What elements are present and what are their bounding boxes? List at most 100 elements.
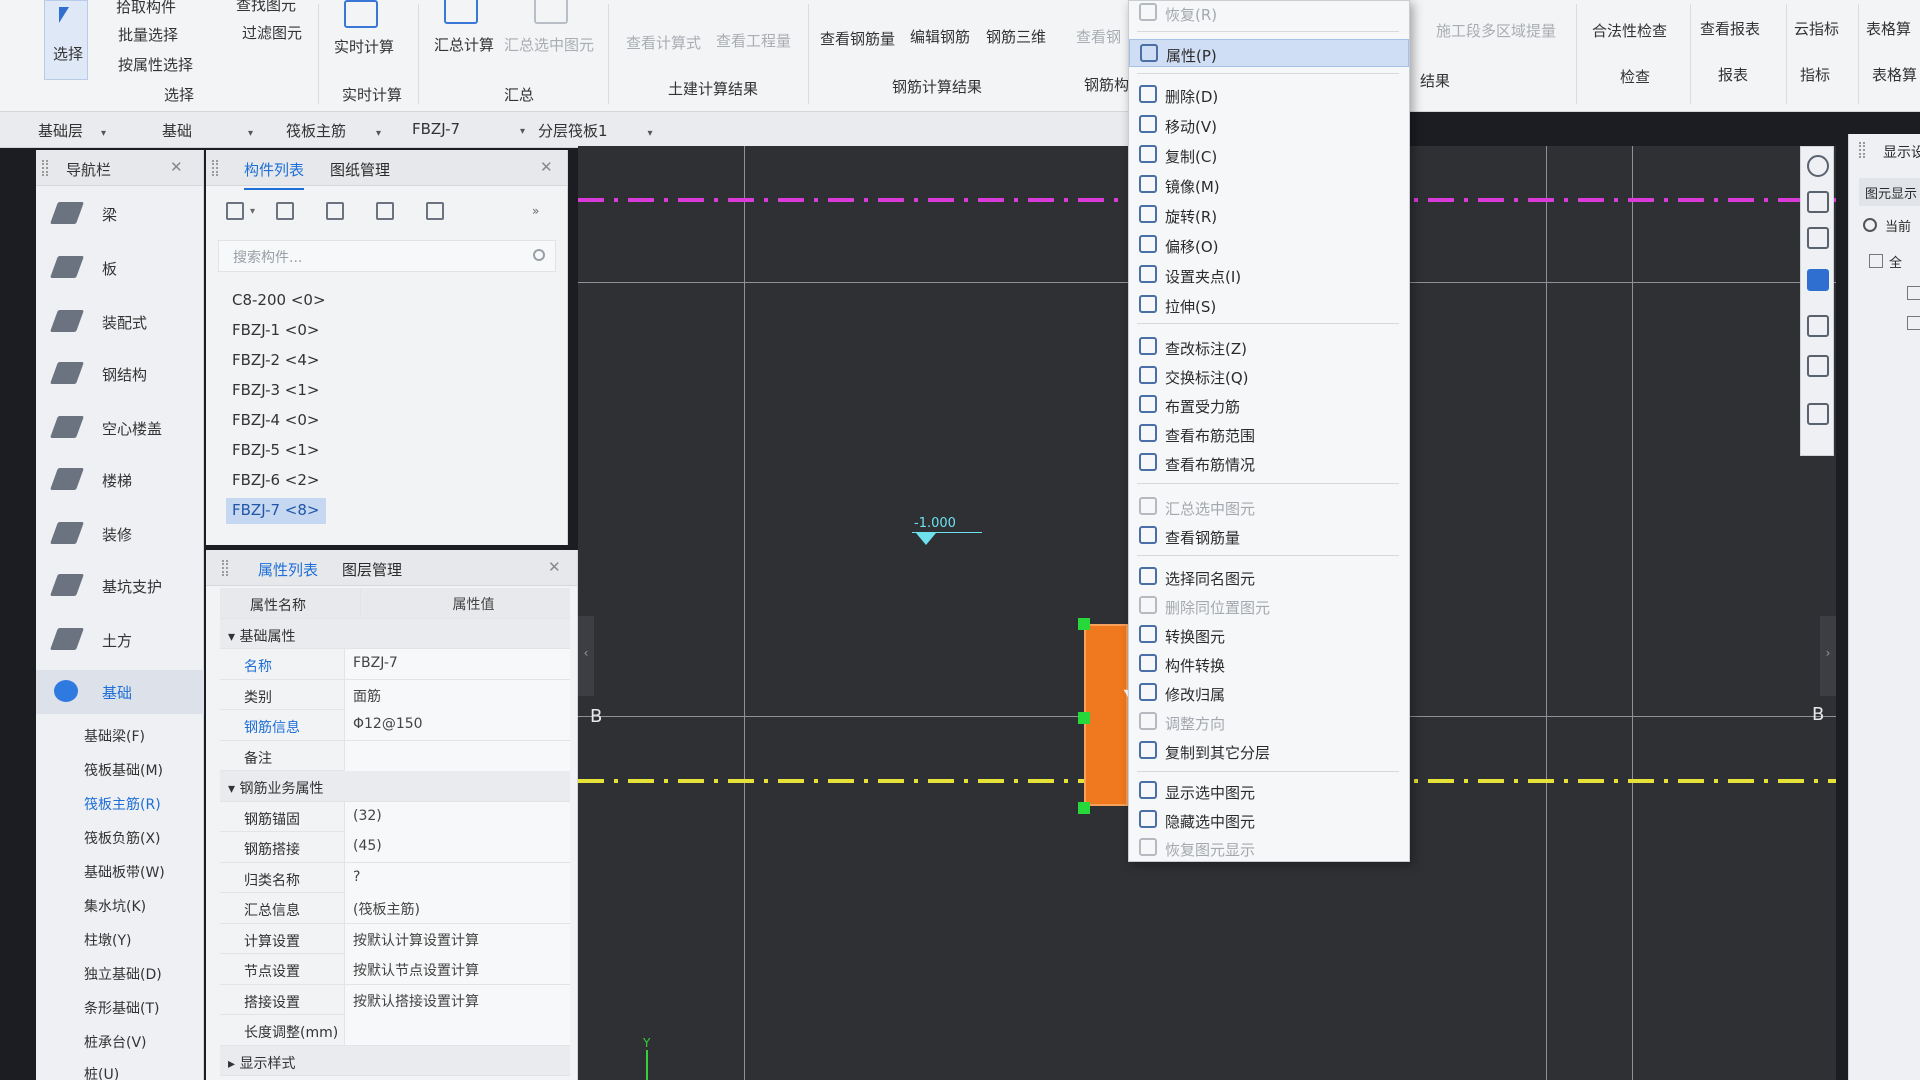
table-row[interactable]: 备注: [220, 740, 570, 771]
prop-value-field[interactable]: (筏板主筋): [344, 893, 570, 923]
tab-element-display[interactable]: 图元显示: [1859, 178, 1920, 206]
find-element-button[interactable]: 查找图元: [236, 0, 296, 15]
table-row[interactable]: 归类名称?: [220, 862, 570, 893]
menu-item-edit-annotation[interactable]: 查改标注(Z): [1129, 333, 1409, 361]
prop-value-field[interactable]: 按默认搭接设置计算: [344, 984, 570, 1015]
sub-item-foundation-beam[interactable]: 基础梁(F): [36, 718, 204, 752]
nav-item-slab[interactable]: 板: [36, 246, 204, 290]
edit-rebar-button[interactable]: 编辑钢筋: [910, 26, 970, 47]
menu-item-offset[interactable]: 偏移(O): [1129, 231, 1409, 259]
close-icon[interactable]: ✕: [170, 158, 183, 176]
tab-layer-management[interactable]: 图层管理: [342, 559, 402, 580]
table-row[interactable]: 名称 FBZJ-7: [220, 649, 570, 680]
copy-component-icon[interactable]: [276, 202, 294, 220]
box-view-icon[interactable]: [1807, 227, 1829, 249]
filter-element-button[interactable]: 过滤图元: [242, 22, 302, 43]
menu-item-hide-selected[interactable]: 隐藏选中图元: [1129, 806, 1409, 834]
legality-check-button[interactable]: 合法性检查: [1592, 20, 1667, 41]
all-checkbox[interactable]: [1869, 254, 1883, 268]
prop-value-field[interactable]: 面筋: [344, 679, 570, 710]
list-item[interactable]: FBZJ-2 <4>: [226, 348, 326, 374]
menu-item-convert-element[interactable]: 转换图元: [1129, 621, 1409, 649]
menu-item-move[interactable]: 移动(V): [1129, 111, 1409, 139]
collapse-left-handle[interactable]: ‹: [578, 616, 594, 696]
selected-rebar-element[interactable]: [1084, 624, 1128, 806]
summary-calc-button[interactable]: 汇总计算: [434, 34, 494, 55]
component-dropdown[interactable]: FBZJ-7 ▾: [412, 120, 525, 138]
close-icon[interactable]: ✕: [548, 558, 561, 576]
menu-item-convert-component[interactable]: 构件转换: [1129, 650, 1409, 678]
drag-grip-icon[interactable]: [1859, 142, 1865, 158]
batch-select-button[interactable]: 批量选择: [118, 24, 178, 45]
group-row[interactable]: ▾ 钢筋业务属性: [220, 771, 570, 802]
more-icon[interactable]: »: [532, 204, 539, 218]
view-quantity-button[interactable]: 查看工程量: [716, 30, 791, 51]
nav-item-steel[interactable]: 钢结构: [36, 352, 204, 396]
fit-view-icon[interactable]: [1807, 315, 1829, 337]
construction-partial-button[interactable]: 施工段多区域提量: [1436, 20, 1556, 41]
collapse-right-handle[interactable]: ›: [1820, 616, 1836, 696]
menu-item-view-rebar-range[interactable]: 查看布筋范围: [1129, 420, 1409, 448]
realtime-calc-button[interactable]: 实时计算: [334, 36, 394, 57]
menu-item-summary-selected[interactable]: 汇总选中图元: [1129, 493, 1409, 521]
table-row[interactable]: 钢筋搭接 (45): [220, 832, 570, 863]
sub-item-strip-footing[interactable]: 条形基础(T): [36, 990, 204, 1024]
pick-component-button[interactable]: 拾取构件: [116, 0, 176, 17]
menu-item-copy[interactable]: 复制(C): [1129, 141, 1409, 169]
menu-item-rotate[interactable]: 旋转(R): [1129, 201, 1409, 229]
table-row[interactable]: 长度调整(mm): [220, 1015, 570, 1046]
menu-item-place-rebar[interactable]: 布置受力筋: [1129, 391, 1409, 419]
new-component-icon[interactable]: [226, 202, 244, 220]
sub-item-raft-foundation[interactable]: 筏板基础(M): [36, 752, 204, 786]
list-item[interactable]: FBZJ-1 <0>: [226, 318, 326, 344]
menu-item-mirror[interactable]: 镜像(M): [1129, 171, 1409, 199]
view-cube-icon[interactable]: [1807, 191, 1829, 213]
rebar-3d-button[interactable]: 钢筋三维: [986, 26, 1046, 47]
menu-item-set-grip[interactable]: 设置夹点(I): [1129, 261, 1409, 289]
prop-value-field[interactable]: ?: [344, 862, 570, 893]
tab-property-list[interactable]: 属性列表: [258, 559, 319, 590]
list-item-selected[interactable]: FBZJ-7 <8>: [226, 498, 326, 524]
list-item[interactable]: FBZJ-4 <0>: [226, 408, 326, 434]
sub-item-raft-main-rebar[interactable]: 筏板主筋(R): [36, 786, 204, 820]
view-formula-button[interactable]: 查看计算式: [626, 32, 701, 53]
delete-component-icon[interactable]: [326, 202, 344, 220]
menu-item-show-selected[interactable]: 显示选中图元: [1129, 777, 1409, 805]
sub-item-pile-cap[interactable]: 桩承台(V): [36, 1024, 204, 1058]
sub-item-foundation-strip[interactable]: 基础板带(W): [36, 854, 204, 888]
nav-item-hollow-floor[interactable]: 空心楼盖: [36, 406, 204, 450]
nav-item-earthwork[interactable]: 土方: [36, 618, 204, 662]
layer-checkbox[interactable]: [1907, 286, 1920, 300]
menu-item-swap-annotation[interactable]: 交换标注(Q): [1129, 362, 1409, 390]
nav-item-beam[interactable]: 梁: [36, 192, 204, 236]
layer-copy-icon[interactable]: [376, 202, 394, 220]
prop-value-field[interactable]: [344, 740, 570, 771]
solid-view-icon[interactable]: [1807, 269, 1829, 291]
nav-item-prefab[interactable]: 装配式: [36, 300, 204, 344]
tab-component-list[interactable]: 构件列表: [244, 159, 305, 190]
current-radio[interactable]: [1863, 218, 1877, 232]
table-row[interactable]: 搭接设置 按默认搭接设置计算: [220, 984, 570, 1015]
prop-value-field[interactable]: 按默认计算设置计算: [344, 923, 570, 954]
select-button[interactable]: 选择: [44, 0, 88, 80]
prop-value-field[interactable]: FBZJ-7: [344, 649, 570, 679]
type-dropdown[interactable]: 筏板主筋 ▾: [286, 120, 381, 141]
select-by-attribute-button[interactable]: 按属性选择: [118, 54, 193, 75]
list-item[interactable]: C8-200 <0>: [226, 288, 332, 314]
close-icon[interactable]: ✕: [540, 158, 553, 176]
menu-item-delete[interactable]: 删除(D): [1129, 81, 1409, 109]
table-row[interactable]: 类别 面筋: [220, 679, 570, 710]
tab-drawing-management[interactable]: 图纸管理: [330, 159, 390, 180]
sub-item-pile[interactable]: 桩(U): [36, 1056, 204, 1080]
menu-item-select-same-name[interactable]: 选择同名图元: [1129, 563, 1409, 591]
menu-item-delete-same-position[interactable]: 删除同位置图元: [1129, 592, 1409, 620]
prop-value-field[interactable]: [344, 1015, 570, 1045]
prop-value-field[interactable]: (45): [344, 832, 570, 862]
grip-handle[interactable]: [1078, 618, 1090, 630]
group-row[interactable]: ▸ 显示样式: [220, 1045, 570, 1076]
nav-item-stairs[interactable]: 楼梯: [36, 458, 204, 502]
view-rebar-qty-button[interactable]: 查看钢筋量: [820, 28, 895, 49]
drag-grip-icon[interactable]: [222, 560, 228, 576]
prop-value-field[interactable]: Φ12@150: [344, 710, 570, 740]
sublayer-dropdown[interactable]: 分层筏板1 ▾: [538, 120, 653, 141]
